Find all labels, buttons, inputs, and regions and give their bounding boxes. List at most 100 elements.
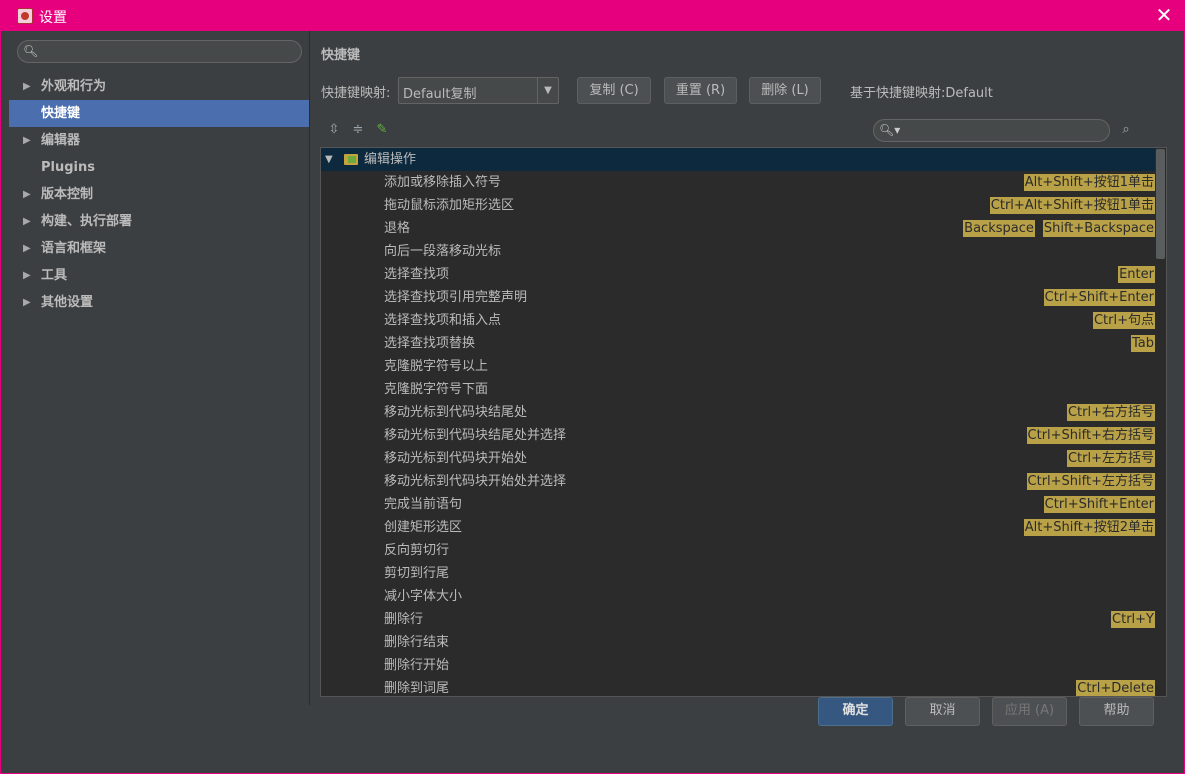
- sidebar-item-label: 快捷键: [41, 106, 81, 121]
- action-row[interactable]: 减小字体大小: [321, 585, 1155, 608]
- keymap-label: 快捷键映射:: [321, 86, 391, 101]
- copy-button[interactable]: 复制 (C): [577, 77, 651, 104]
- folder-icon: [344, 154, 358, 165]
- keymap-tree: ▼ 编辑操作 添加或移除插入符号 Alt+Shift+按钮1单击 拖动鼠标添加矩形选…: [320, 147, 1167, 697]
- action-row[interactable]: 移动光标到代码块开始处并选择 Ctrl+Shift+左方括号: [321, 470, 1155, 493]
- action-row[interactable]: 添加或移除插入符号 Alt+Shift+按钮1单击: [321, 171, 1155, 194]
- shortcut-list: Ctrl+Delete: [1076, 680, 1155, 696]
- sidebar-item[interactable]: 快捷键: [9, 100, 309, 127]
- action-row[interactable]: 移动光标到代码块开始处 Ctrl+左方括号: [321, 447, 1155, 470]
- action-row[interactable]: 克隆脱字符号以上: [321, 355, 1155, 378]
- action-row[interactable]: 删除到词尾 Ctrl+Delete: [321, 677, 1155, 696]
- chevron-right-icon[interactable]: ▶: [23, 181, 31, 208]
- shortcut-badge: Alt+Shift+按钮2单击: [1023, 519, 1155, 536]
- expand-all-icon[interactable]: ⇳: [326, 122, 342, 138]
- scrollbar[interactable]: [1156, 149, 1165, 259]
- chevron-right-icon[interactable]: ▶: [23, 208, 31, 235]
- chevron-right-icon[interactable]: ▶: [23, 73, 31, 100]
- search-icon: 🔍︎▾: [879, 123, 901, 137]
- shortcut-list: Ctrl+Shift+右方括号: [1026, 427, 1155, 444]
- shortcut-list: Enter: [1118, 266, 1155, 283]
- action-label: 删除到词尾: [384, 681, 450, 696]
- keymap-toolbar: ⇳ ≑ ✎ 🔍︎▾ ⌕: [321, 119, 1171, 143]
- chevron-right-icon[interactable]: ▶: [23, 262, 31, 289]
- sidebar-item[interactable]: ▶ 其他设置: [9, 289, 309, 316]
- action-row[interactable]: 完成当前语句 Ctrl+Shift+Enter: [321, 493, 1155, 516]
- action-label: 选择查找项替换: [384, 336, 476, 351]
- sidebar-item[interactable]: Plugins: [9, 154, 309, 181]
- action-label: 移动光标到代码块开始处并选择: [384, 474, 567, 489]
- shortcut-badge: Ctrl+Shift+右方括号: [1026, 427, 1155, 444]
- action-row[interactable]: 剪切到行尾: [321, 562, 1155, 585]
- action-label: 反向剪切行: [384, 543, 450, 558]
- keymap-panel: 快捷键 快捷键映射: Default复制 ▼ 复制 (C) 重置 (R) 删除 …: [310, 31, 1176, 705]
- action-row[interactable]: 移动光标到代码块结尾处 Ctrl+右方括号: [321, 401, 1155, 424]
- based-on-label: 基于快捷键映射:Default: [850, 86, 993, 101]
- reset-button[interactable]: 重置 (R): [664, 77, 737, 104]
- ok-button[interactable]: 确定: [818, 697, 893, 726]
- shortcut-badge: Ctrl+句点: [1092, 312, 1155, 329]
- shortcut-badge: Ctrl+Shift+Enter: [1043, 289, 1155, 306]
- action-label: 移动光标到代码块开始处: [384, 451, 528, 466]
- shortcut-list: Ctrl+Shift+Enter: [1043, 496, 1155, 513]
- tree-group-row[interactable]: ▼ 编辑操作: [321, 148, 1155, 171]
- shortcut-badge: Ctrl+Alt+Shift+按钮1单击: [989, 197, 1155, 214]
- sidebar-item-label: 编辑器: [41, 133, 81, 148]
- action-row[interactable]: 移动光标到代码块结尾处并选择 Ctrl+Shift+右方括号: [321, 424, 1155, 447]
- sidebar-item-label: Plugins: [41, 160, 95, 175]
- shortcut-badge: Tab: [1130, 335, 1155, 352]
- sidebar-item[interactable]: ▶ 版本控制: [9, 181, 309, 208]
- sidebar-item-label: 外观和行为: [41, 79, 107, 94]
- action-row[interactable]: 选择查找项 Enter: [321, 263, 1155, 286]
- sidebar-item[interactable]: ▶ 外观和行为: [9, 73, 309, 100]
- action-row[interactable]: 向后一段落移动光标: [321, 240, 1155, 263]
- tree-group-label: 编辑操作: [364, 152, 417, 167]
- action-row[interactable]: 退格 Backspace Shift+Backspace: [321, 217, 1155, 240]
- action-row[interactable]: 删除行 Ctrl+Y: [321, 608, 1155, 631]
- action-label: 移动光标到代码块结尾处: [384, 405, 528, 420]
- action-label: 删除行结束: [384, 635, 450, 650]
- keymap-select[interactable]: Default复制 ▼: [398, 77, 559, 104]
- shortcut-badge: Ctrl+Shift+左方括号: [1026, 473, 1155, 490]
- chevron-down-icon[interactable]: ▼: [537, 78, 558, 103]
- action-row[interactable]: 选择查找项引用完整声明 Ctrl+Shift+Enter: [321, 286, 1155, 309]
- chevron-right-icon[interactable]: ▶: [23, 235, 31, 262]
- close-icon[interactable]: ✕: [1154, 5, 1174, 27]
- collapse-all-icon[interactable]: ≑: [350, 122, 366, 138]
- sidebar-item[interactable]: ▶ 编辑器: [9, 127, 309, 154]
- keymap-row: 快捷键映射: Default复制 ▼ 复制 (C) 重置 (R) 删除 (L) …: [321, 77, 1171, 105]
- shortcut-badge: Alt+Shift+按钮1单击: [1023, 174, 1155, 191]
- shortcut-list: Ctrl+左方括号: [1066, 450, 1155, 467]
- action-row[interactable]: 克隆脱字符号下面: [321, 378, 1155, 401]
- action-row[interactable]: 删除行开始: [321, 654, 1155, 677]
- action-label: 拖动鼠标添加矩形选区: [384, 198, 515, 213]
- action-row[interactable]: 选择查找项替换 Tab: [321, 332, 1155, 355]
- settings-dialog: 设置 ✕ 🔍︎ ▶ 外观和行为 快捷键 ▶ 编辑器 Plugins ▶ 版本控制 ▶ 构建、执行部…: [0, 0, 1185, 774]
- action-label: 创建矩形选区: [384, 520, 463, 535]
- find-shortcut-icon[interactable]: ⌕: [1118, 122, 1134, 138]
- settings-sidebar: 🔍︎ ▶ 外观和行为快捷键 ▶ 编辑器 Plugins ▶ 版本控制 ▶ 构建、执行部署 ▶ 语言和…: [9, 31, 309, 705]
- action-label: 减小字体大小: [384, 589, 463, 604]
- action-row[interactable]: 反向剪切行: [321, 539, 1155, 562]
- sidebar-item[interactable]: ▶ 工具: [9, 262, 309, 289]
- settings-search-input[interactable]: 🔍︎: [17, 40, 302, 63]
- action-row[interactable]: 删除行结束: [321, 631, 1155, 654]
- action-row[interactable]: 拖动鼠标添加矩形选区 Ctrl+Alt+Shift+按钮1单击: [321, 194, 1155, 217]
- shortcut-list: Ctrl+Shift+左方括号: [1026, 473, 1155, 490]
- action-row[interactable]: 选择查找项和插入点 Ctrl+句点: [321, 309, 1155, 332]
- chevron-right-icon[interactable]: ▶: [23, 289, 31, 316]
- help-button[interactable]: 帮助: [1079, 697, 1154, 726]
- sidebar-item[interactable]: ▶ 语言和框架: [9, 235, 309, 262]
- chevron-right-icon[interactable]: ▶: [23, 127, 31, 154]
- action-search-input[interactable]: 🔍︎▾: [873, 119, 1110, 142]
- action-row[interactable]: 创建矩形选区 Alt+Shift+按钮2单击: [321, 516, 1155, 539]
- cancel-button[interactable]: 取消: [905, 697, 980, 726]
- action-label: 删除行开始: [384, 658, 450, 673]
- apply-button[interactable]: 应用 (A): [992, 697, 1067, 726]
- chevron-down-icon[interactable]: ▼: [325, 148, 333, 171]
- delete-button[interactable]: 删除 (L): [749, 77, 821, 104]
- sidebar-item[interactable]: ▶ 构建、执行部署: [9, 208, 309, 235]
- edit-icon[interactable]: ✎: [374, 122, 390, 138]
- action-label: 移动光标到代码块结尾处并选择: [384, 428, 567, 443]
- shortcut-badge: Ctrl+右方括号: [1066, 404, 1155, 421]
